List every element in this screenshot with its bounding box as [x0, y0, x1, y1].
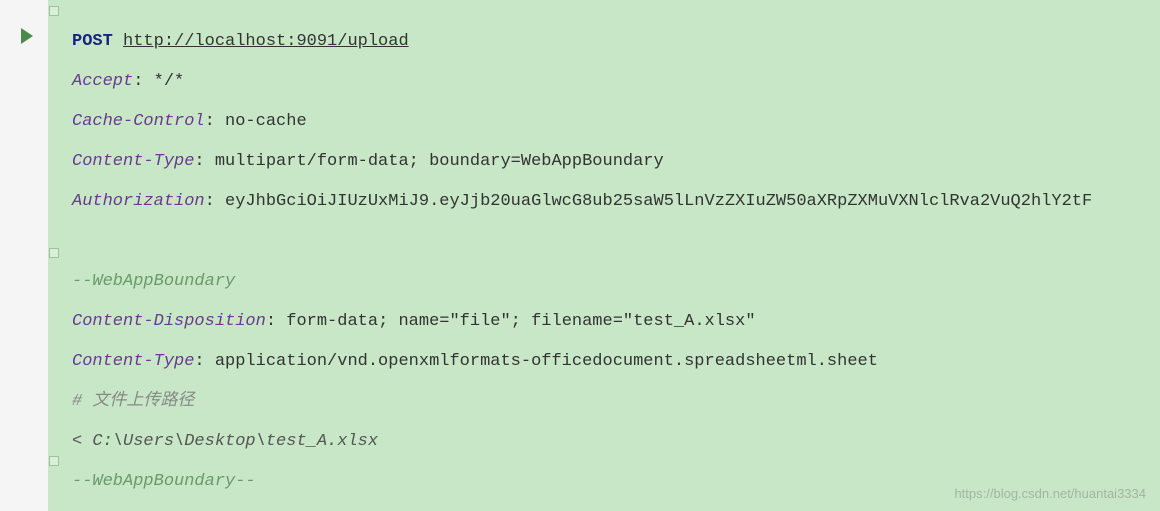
header-value: form-data; name="file"; filename="test_A… [286, 312, 755, 331]
part-header-line: Content-Type: application/vnd.openxmlfor… [72, 342, 1150, 382]
header-name: Cache-Control [72, 112, 205, 131]
request-url: http://localhost:9091/upload [123, 32, 409, 51]
boundary-line: --WebAppBoundary [72, 262, 1150, 302]
comment-line: # 文件上传路径 [72, 382, 1150, 422]
request-line: POST http://localhost:9091/upload [72, 22, 1150, 62]
http-method: POST [72, 32, 113, 51]
header-line: Content-Type: multipart/form-data; bound… [72, 142, 1150, 182]
fold-marker[interactable] [49, 6, 59, 16]
header-line: Accept: */* [72, 62, 1150, 102]
input-file-line: < C:\Users\Desktop\test_A.xlsx [72, 422, 1150, 462]
boundary-open: --WebAppBoundary [72, 272, 235, 291]
run-icon[interactable] [21, 28, 33, 44]
boundary-close: --WebAppBoundary-- [72, 472, 256, 491]
fold-gutter [48, 0, 62, 511]
watermark: https://blog.csdn.net/huantai3334 [954, 486, 1146, 501]
header-value: */* [154, 72, 185, 91]
code-area[interactable]: POST http://localhost:9091/upload Accept… [62, 0, 1160, 511]
header-name: Authorization [72, 192, 205, 211]
part-header-line: Content-Disposition: form-data; name="fi… [72, 302, 1150, 342]
header-name: Accept [72, 72, 133, 91]
header-line: Cache-Control: no-cache [72, 102, 1150, 142]
editor-container: POST http://localhost:9091/upload Accept… [0, 0, 1160, 511]
gutter [0, 0, 48, 511]
fold-marker[interactable] [49, 248, 59, 258]
comment-text: # 文件上传路径 [72, 392, 194, 411]
header-value: application/vnd.openxmlformats-officedoc… [215, 352, 878, 371]
fold-marker[interactable] [49, 456, 59, 466]
header-line: Authorization: eyJhbGciOiJIUzUxMiJ9.eyJj… [72, 182, 1150, 222]
input-path-prefix: < [72, 432, 92, 451]
header-name: Content-Type [72, 352, 194, 371]
header-value: multipart/form-data; boundary=WebAppBoun… [215, 152, 664, 171]
blank-line [72, 222, 1150, 262]
header-value: eyJhbGciOiJIUzUxMiJ9.eyJjb20uaGlwcG8ub25… [225, 192, 1092, 211]
header-value: no-cache [225, 112, 307, 131]
input-path: C:\Users\Desktop\test_A.xlsx [92, 432, 378, 451]
header-name: Content-Type [72, 152, 194, 171]
header-name: Content-Disposition [72, 312, 266, 331]
